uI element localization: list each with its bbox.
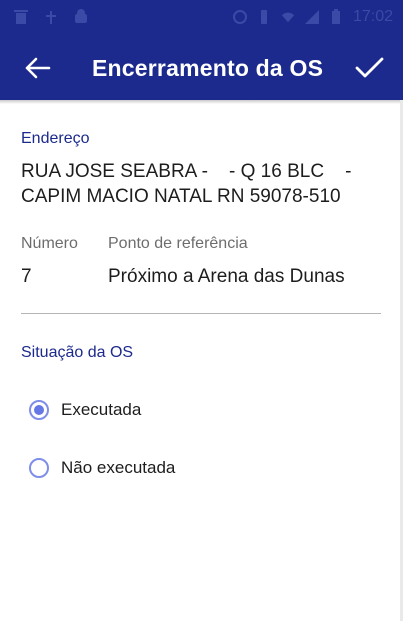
usb-icon [46,11,56,24]
app-bar-shadow [0,100,403,104]
number-label: Número [21,235,78,252]
divider [21,313,381,314]
app-bar: Encerramento da OS [0,37,403,100]
android-icon [75,9,87,23]
alarm-icon [232,10,247,24]
back-arrow-icon[interactable] [22,53,52,83]
radio-button-checked[interactable] [29,400,49,420]
radio-label-executada: Executada [61,400,142,419]
address-label: Endereço [21,130,90,147]
clock: 17:02 [352,8,393,25]
checkmark-icon[interactable] [353,51,385,83]
address-line-2: CAPIM MACIO NATAL RN 59078-510 [21,186,341,207]
number-value: 7 [21,266,32,287]
reference-value: Próximo a Arena das Dunas [108,266,345,287]
trash-icon [14,10,28,24]
radio-label-nao-executada: Não executada [61,458,176,477]
page-title: Encerramento da OS [92,55,324,81]
reference-label: Ponto de referência [108,235,248,252]
address-line-1: RUA JOSE SEABRA - - Q 16 BLC - [21,161,352,182]
battery-icon [331,9,340,24]
radio-executada[interactable]: Executada [29,400,141,420]
vibrate-icon [260,10,267,24]
radio-button-unchecked[interactable] [29,458,49,478]
notification-icons [14,9,88,25]
situation-label: Situação da OS [21,344,134,361]
status-bar: 17:02 [0,0,403,37]
radio-nao-executada[interactable]: Não executada [29,458,175,478]
system-icons: 17:02 [232,8,393,26]
signal-icon [304,10,319,24]
wifi-icon [281,12,295,23]
